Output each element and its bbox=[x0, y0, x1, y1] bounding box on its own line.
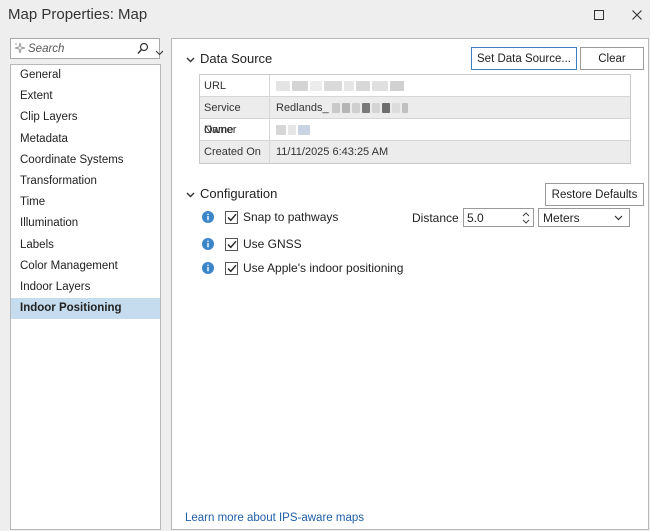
apple-indoor-positioning-label: Use Apple's indoor positioning bbox=[243, 261, 404, 275]
restore-defaults-button[interactable]: Restore Defaults bbox=[545, 183, 644, 206]
chevron-down-icon bbox=[614, 215, 623, 221]
use-gnss-checkbox[interactable] bbox=[225, 237, 238, 251]
chevron-down-icon bbox=[186, 186, 200, 201]
data-source-table: URL Service Name Redlands_ Owner Created… bbox=[199, 74, 631, 164]
configuration-header[interactable]: Configuration bbox=[186, 186, 277, 201]
apple-indoor-positioning-checkbox[interactable] bbox=[225, 261, 238, 275]
table-row-service-name: Service Name Redlands_ bbox=[200, 97, 630, 136]
row-label: Created On bbox=[200, 141, 270, 163]
distance-unit-select[interactable]: Meters bbox=[538, 208, 630, 227]
nav-item-metadata[interactable]: Metadata bbox=[11, 129, 160, 150]
use-gnss-option: Use GNSS bbox=[202, 237, 302, 251]
url-value bbox=[270, 75, 406, 96]
stepper-arrows-icon[interactable] bbox=[521, 210, 531, 226]
row-label: Owner bbox=[200, 119, 270, 140]
nav-item-color-management[interactable]: Color Management bbox=[11, 256, 160, 277]
row-label: URL bbox=[200, 75, 270, 96]
data-source-heading: Data Source bbox=[200, 51, 273, 66]
snap-to-pathways-option: Snap to pathways bbox=[202, 210, 338, 224]
nav-item-extent[interactable]: Extent bbox=[11, 86, 160, 107]
info-icon[interactable] bbox=[202, 238, 214, 250]
info-icon[interactable] bbox=[202, 211, 214, 223]
nav-item-labels[interactable]: Labels bbox=[11, 235, 160, 256]
maximize-icon[interactable] bbox=[588, 5, 610, 25]
distance-input[interactable] bbox=[467, 210, 515, 225]
snap-to-pathways-checkbox[interactable] bbox=[225, 210, 238, 224]
properties-nav: General Extent Clip Layers Metadata Coor… bbox=[10, 64, 161, 530]
distance-stepper bbox=[463, 208, 534, 227]
nav-item-indoor-positioning[interactable]: Indoor Positioning bbox=[11, 298, 160, 320]
data-source-header[interactable]: Data Source bbox=[186, 51, 272, 66]
table-row-created-on: Created On 11/11/2025 6:43:25 AM bbox=[200, 141, 630, 163]
sparkle-icon bbox=[14, 42, 26, 58]
distance-unit-value: Meters bbox=[543, 210, 580, 225]
table-row-url: URL bbox=[200, 75, 630, 97]
clear-button[interactable]: Clear bbox=[580, 47, 644, 70]
set-data-source-button[interactable]: Set Data Source... bbox=[471, 47, 577, 70]
window-title: Map Properties: Map bbox=[8, 6, 148, 23]
nav-item-general[interactable]: General bbox=[11, 65, 160, 86]
close-icon[interactable] bbox=[626, 5, 648, 25]
title-bar: Map Properties: Map bbox=[0, 0, 650, 32]
owner-value bbox=[270, 119, 312, 140]
chevron-down-icon[interactable] bbox=[155, 45, 164, 59]
search-input[interactable] bbox=[28, 41, 128, 56]
snap-to-pathways-label: Snap to pathways bbox=[243, 210, 339, 224]
nav-item-clip-layers[interactable]: Clip Layers bbox=[11, 107, 160, 128]
nav-item-indoor-layers[interactable]: Indoor Layers bbox=[11, 277, 160, 298]
created-on-value: 11/11/2025 6:43:25 AM bbox=[276, 146, 389, 158]
search-box bbox=[10, 38, 164, 59]
service-name-value: Redlands_ bbox=[270, 97, 410, 118]
chevron-down-icon bbox=[186, 51, 200, 66]
search-icon[interactable] bbox=[137, 42, 149, 58]
info-icon[interactable] bbox=[202, 262, 214, 274]
nav-item-illumination[interactable]: Illumination bbox=[11, 213, 160, 234]
nav-item-coordinate-systems[interactable]: Coordinate Systems bbox=[11, 150, 160, 171]
nav-item-transformation[interactable]: Transformation bbox=[11, 171, 160, 192]
nav-item-time[interactable]: Time bbox=[11, 192, 160, 213]
content-panel: Data Source Set Data Source... Clear URL… bbox=[171, 38, 649, 530]
learn-more-link[interactable]: Learn more about IPS-aware maps bbox=[185, 512, 364, 524]
configuration-heading: Configuration bbox=[200, 186, 278, 201]
row-label: Service Name bbox=[200, 97, 270, 136]
distance-label: Distance bbox=[412, 211, 459, 225]
table-row-owner: Owner bbox=[200, 119, 630, 141]
use-gnss-label: Use GNSS bbox=[243, 237, 302, 251]
apple-indoor-positioning-option: Use Apple's indoor positioning bbox=[202, 261, 403, 275]
